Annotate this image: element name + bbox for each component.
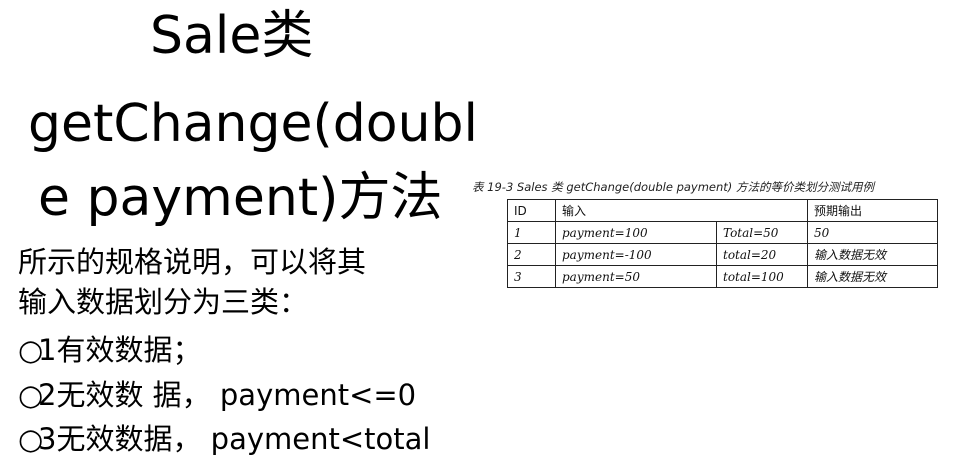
cell-total: total=20 <box>716 243 808 266</box>
header-expected: 预期输出 <box>807 199 938 222</box>
cell-expected: 输入数据无效 <box>807 265 938 288</box>
cell-payment: payment=50 <box>555 265 717 288</box>
bullet-item-3: ○3无效数据， payment<total <box>18 419 430 459</box>
slide-title-line-2: getChange(doubl <box>28 94 478 154</box>
table-row: 3 payment=50 total=100 输入数据无效 <box>507 265 938 288</box>
cell-expected: 50 <box>807 221 938 244</box>
body-line-2: 输入数据划分为三类： <box>18 285 309 319</box>
slide-title-line-1: Sale类 <box>150 6 314 66</box>
bullet-item-1: ○1有效数据； <box>18 330 201 370</box>
bullet-item-2: ○2无效数 据， payment<=0 <box>18 375 416 415</box>
cell-id: 2 <box>507 243 556 266</box>
slide-title-line-3: e payment)方法 <box>38 168 443 228</box>
equivalence-class-table: ID 输入 预期输出 1 payment=100 Total=50 50 2 p… <box>507 199 938 288</box>
cell-payment: payment=100 <box>555 221 717 244</box>
body-line-1: 所示的规格说明，可以将其 <box>18 245 367 279</box>
header-id: ID <box>507 199 556 222</box>
cell-total: total=100 <box>716 265 808 288</box>
bullet-text: 1有效数据； <box>38 333 202 367</box>
cell-payment: payment=-100 <box>555 243 717 266</box>
bullet-marker: ○ <box>18 333 44 367</box>
cell-total: Total=50 <box>716 221 808 244</box>
cell-id: 1 <box>507 221 556 244</box>
table-row: 1 payment=100 Total=50 50 <box>507 221 938 244</box>
bullet-text: 2无效数 据， payment<=0 <box>38 378 417 412</box>
table-row: 2 payment=-100 total=20 输入数据无效 <box>507 243 938 266</box>
bullet-marker: ○ <box>18 378 44 412</box>
bullet-text: 3无效数据， payment<total <box>38 422 431 456</box>
cell-id: 3 <box>507 265 556 288</box>
bullet-marker: ○ <box>18 422 44 456</box>
table-caption: 表 19-3 Sales 类 getChange(double payment)… <box>472 180 874 194</box>
cell-expected: 输入数据无效 <box>807 243 938 266</box>
header-input: 输入 <box>555 199 808 222</box>
table-header-row: ID 输入 预期输出 <box>507 199 938 222</box>
